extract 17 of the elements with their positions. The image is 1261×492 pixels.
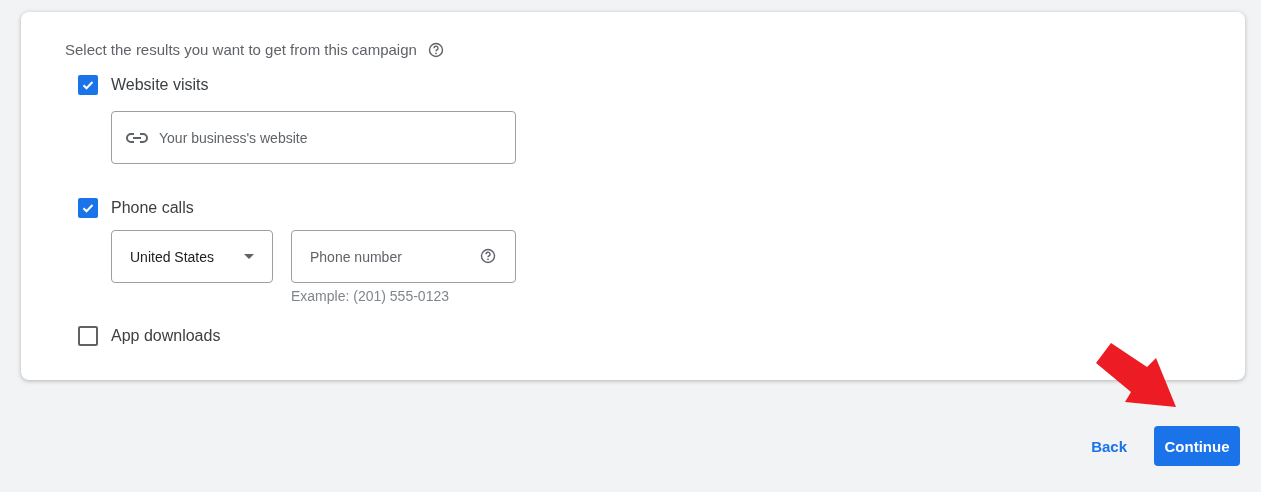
help-icon[interactable] [427, 41, 444, 58]
website-field[interactable]: Your business's website [111, 111, 516, 164]
option-label: Phone calls [111, 199, 194, 217]
country-dropdown[interactable]: United States [111, 230, 273, 283]
back-button[interactable]: Back [1072, 427, 1146, 465]
checkbox[interactable] [78, 198, 98, 218]
link-icon [126, 132, 148, 144]
caret-icon [244, 254, 254, 259]
option-label: Website visits [111, 76, 209, 94]
option-label: App downloads [111, 327, 221, 345]
continue-button[interactable]: Continue [1154, 426, 1240, 466]
checkbox[interactable] [78, 326, 98, 346]
section-heading: Select the results you want to get from this campaign [65, 41, 417, 58]
field-hint: Example: (201) 555-0123 [291, 288, 450, 304]
help-icon[interactable] [480, 248, 496, 264]
phone-field[interactable]: Phone number [291, 230, 516, 283]
checkbox[interactable] [78, 75, 98, 95]
